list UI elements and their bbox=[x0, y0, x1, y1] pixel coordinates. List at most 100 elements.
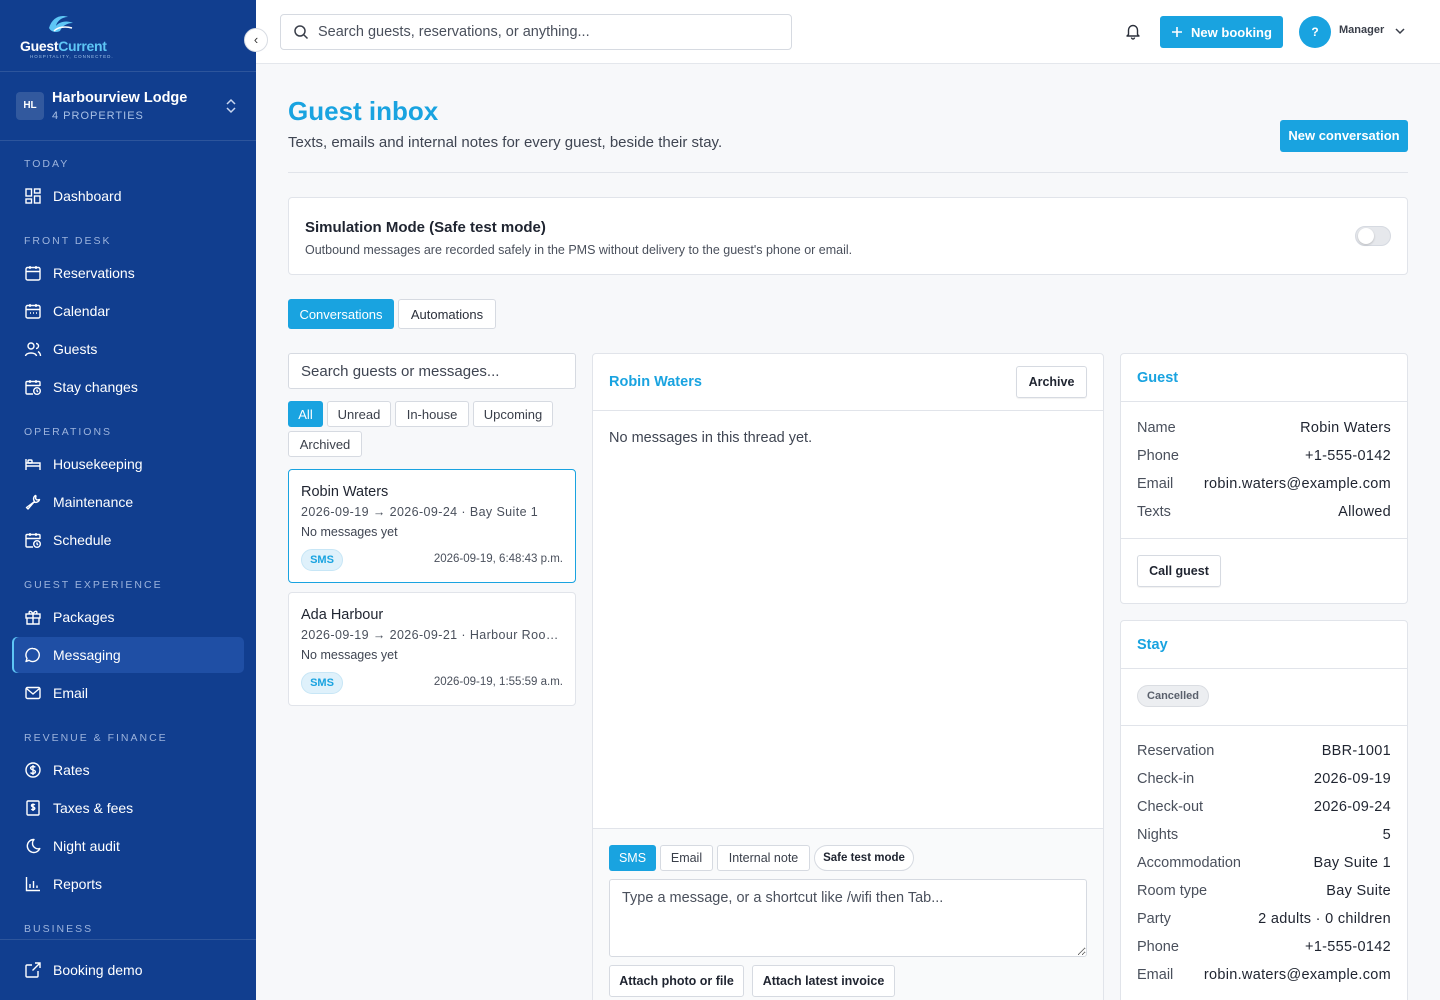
filter-all[interactable]: All bbox=[288, 401, 323, 427]
new-booking-button[interactable]: New booking bbox=[1160, 16, 1283, 48]
new-conversation-button[interactable]: New conversation bbox=[1280, 120, 1408, 152]
sidebar-item-schedule[interactable]: Schedule bbox=[12, 522, 244, 558]
sidebar-item-label: Taxes & fees bbox=[53, 800, 134, 816]
sidebar-item-night-audit[interactable]: Night audit bbox=[12, 828, 244, 864]
thread-empty-state: No messages in this thread yet. bbox=[609, 430, 813, 446]
stay-row-nights: Nights 5 bbox=[1137, 827, 1391, 843]
bar-chart-icon bbox=[25, 877, 40, 892]
chat-icon bbox=[25, 647, 40, 663]
guest-row-texts: Texts Allowed bbox=[1137, 504, 1391, 520]
field-label: Accommodation bbox=[1137, 855, 1241, 871]
call-guest-button[interactable]: Call guest bbox=[1137, 555, 1221, 587]
composer-tab-internal-note[interactable]: Internal note bbox=[717, 845, 810, 871]
guest-row-name: Name Robin Waters bbox=[1137, 420, 1391, 436]
filter-unread[interactable]: Unread bbox=[327, 401, 391, 427]
sidebar-item-label: Packages bbox=[53, 609, 115, 625]
filter-upcoming[interactable]: Upcoming bbox=[473, 401, 553, 427]
simulation-toggle[interactable] bbox=[1355, 226, 1391, 246]
wave-logo-icon bbox=[49, 16, 73, 32]
nav-section-front-desk: FRONT DESK bbox=[24, 235, 112, 247]
guest-panel-header: Guest bbox=[1121, 354, 1407, 402]
field-value: 2026-09-24 bbox=[1313, 799, 1391, 815]
user-role[interactable]: Manager bbox=[1339, 24, 1384, 36]
sidebar-item-label: Dashboard bbox=[53, 188, 122, 204]
sidebar-item-housekeeping[interactable]: Housekeeping bbox=[12, 446, 244, 482]
message-composer: SMS Email Internal note Safe test mode A… bbox=[593, 828, 1103, 1000]
chevron-down-icon[interactable] bbox=[1394, 25, 1406, 37]
sidebar: GuestCurrent HOSPITALITY, CONNECTED. HL … bbox=[0, 0, 256, 1000]
brand-wordmark: GuestCurrent bbox=[20, 38, 107, 54]
brand-logo[interactable]: GuestCurrent HOSPITALITY, CONNECTED. bbox=[0, 0, 256, 72]
property-switcher[interactable]: HL Harbourview Lodge 4 PROPERTIES bbox=[0, 72, 256, 141]
receipt-icon bbox=[26, 800, 40, 816]
conversation-item[interactable]: Ada Harbour 2026-09-19 → 2026-09-21 · Ha… bbox=[288, 592, 576, 706]
field-label: Phone bbox=[1137, 939, 1179, 955]
sidebar-item-taxes-fees[interactable]: Taxes & fees bbox=[12, 790, 244, 826]
plus-icon bbox=[1172, 27, 1183, 37]
chevron-up-down-icon bbox=[226, 98, 236, 114]
panel-divider bbox=[1121, 538, 1407, 539]
simulation-description: Outbound messages are recorded safely in… bbox=[305, 243, 853, 257]
search-icon bbox=[294, 25, 309, 40]
panel-divider bbox=[1121, 725, 1407, 726]
thread-guest-name[interactable]: Robin Waters bbox=[609, 374, 702, 390]
sidebar-item-label: Rates bbox=[53, 762, 90, 778]
sidebar-item-reports[interactable]: Reports bbox=[12, 866, 244, 902]
tab-automations[interactable]: Automations bbox=[398, 299, 496, 329]
conversation-search[interactable] bbox=[288, 353, 576, 389]
tab-conversations[interactable]: Conversations bbox=[288, 299, 394, 329]
sidebar-item-dashboard[interactable]: Dashboard bbox=[12, 178, 244, 214]
sidebar-item-maintenance[interactable]: Maintenance bbox=[12, 484, 244, 520]
sidebar-item-rates[interactable]: Rates bbox=[12, 752, 244, 788]
global-search[interactable] bbox=[280, 14, 792, 50]
sidebar-item-booking-demo[interactable]: Booking demo bbox=[12, 952, 244, 988]
sidebar-item-packages[interactable]: Packages bbox=[12, 599, 244, 635]
sidebar-item-label: Messaging bbox=[53, 647, 121, 663]
filter-in-house[interactable]: In-house bbox=[395, 401, 469, 427]
chevron-left-icon: ‹ bbox=[253, 32, 259, 47]
stay-row-check-in: Check-in 2026-09-19 bbox=[1137, 771, 1391, 787]
sidebar-footer: Booking demo bbox=[0, 939, 256, 1000]
conversation-stay-detail: 2026-09-19 → 2026-09-21 · Harbour Room 2 bbox=[301, 628, 563, 642]
field-label: Check-out bbox=[1137, 799, 1204, 815]
composer-tab-sms[interactable]: SMS bbox=[609, 845, 656, 871]
stay-row-reservation: Reservation BBR-1001 bbox=[1137, 743, 1391, 759]
conversation-item[interactable]: Robin Waters 2026-09-19 → 2026-09-24 · B… bbox=[288, 469, 576, 583]
global-search-input[interactable] bbox=[318, 24, 758, 40]
field-value: Bay Suite 1 bbox=[1313, 855, 1391, 871]
field-value: +1-555-0142 bbox=[1305, 448, 1391, 464]
collapse-sidebar-button[interactable]: ‹ bbox=[244, 28, 268, 52]
sidebar-item-email[interactable]: Email bbox=[12, 675, 244, 711]
sidebar-item-label: Reservations bbox=[53, 265, 135, 281]
composer-tab-email[interactable]: Email bbox=[660, 845, 713, 871]
attach-invoice-button[interactable]: Attach latest invoice bbox=[752, 965, 895, 997]
field-label: Reservation bbox=[1137, 743, 1215, 759]
sidebar-item-stay-changes[interactable]: Stay changes bbox=[12, 369, 244, 405]
sidebar-item-label: Housekeeping bbox=[53, 456, 143, 472]
simulation-title: Simulation Mode (Safe test mode) bbox=[305, 219, 546, 236]
field-value: 5 bbox=[1382, 827, 1391, 843]
sidebar-item-guests[interactable]: Guests bbox=[12, 331, 244, 367]
attach-file-button[interactable]: Attach photo or file bbox=[609, 965, 744, 997]
sidebar-item-label: Guests bbox=[53, 341, 98, 357]
filter-archived[interactable]: Archived bbox=[288, 431, 362, 457]
bell-icon[interactable] bbox=[1124, 22, 1142, 40]
sidebar-item-calendar[interactable]: Calendar bbox=[12, 293, 244, 329]
external-link-icon bbox=[25, 962, 41, 978]
sidebar-item-messaging[interactable]: Messaging bbox=[12, 637, 244, 673]
brand-tagline: HOSPITALITY, CONNECTED. bbox=[30, 54, 114, 59]
archive-button[interactable]: Archive bbox=[1016, 366, 1087, 398]
field-value: Allowed bbox=[1338, 504, 1391, 520]
field-label: Nights bbox=[1137, 827, 1179, 843]
thread-header: Robin Waters Archive bbox=[593, 354, 1103, 411]
user-avatar[interactable]: ? bbox=[1299, 16, 1331, 48]
stay-panel: Stay Cancelled Reservation BBR-1001 Check… bbox=[1120, 620, 1408, 1000]
field-value: BBR-1001 bbox=[1321, 743, 1391, 759]
safe-test-mode-badge: Safe test mode bbox=[814, 845, 914, 871]
conversation-search-input[interactable] bbox=[289, 354, 575, 388]
message-input[interactable] bbox=[609, 879, 1087, 957]
field-label: Email bbox=[1137, 967, 1174, 983]
conversation-guest-name: Ada Harbour bbox=[301, 607, 384, 623]
sidebar-item-reservations[interactable]: Reservations bbox=[12, 255, 244, 291]
sidebar-item-label: Booking demo bbox=[53, 962, 143, 978]
